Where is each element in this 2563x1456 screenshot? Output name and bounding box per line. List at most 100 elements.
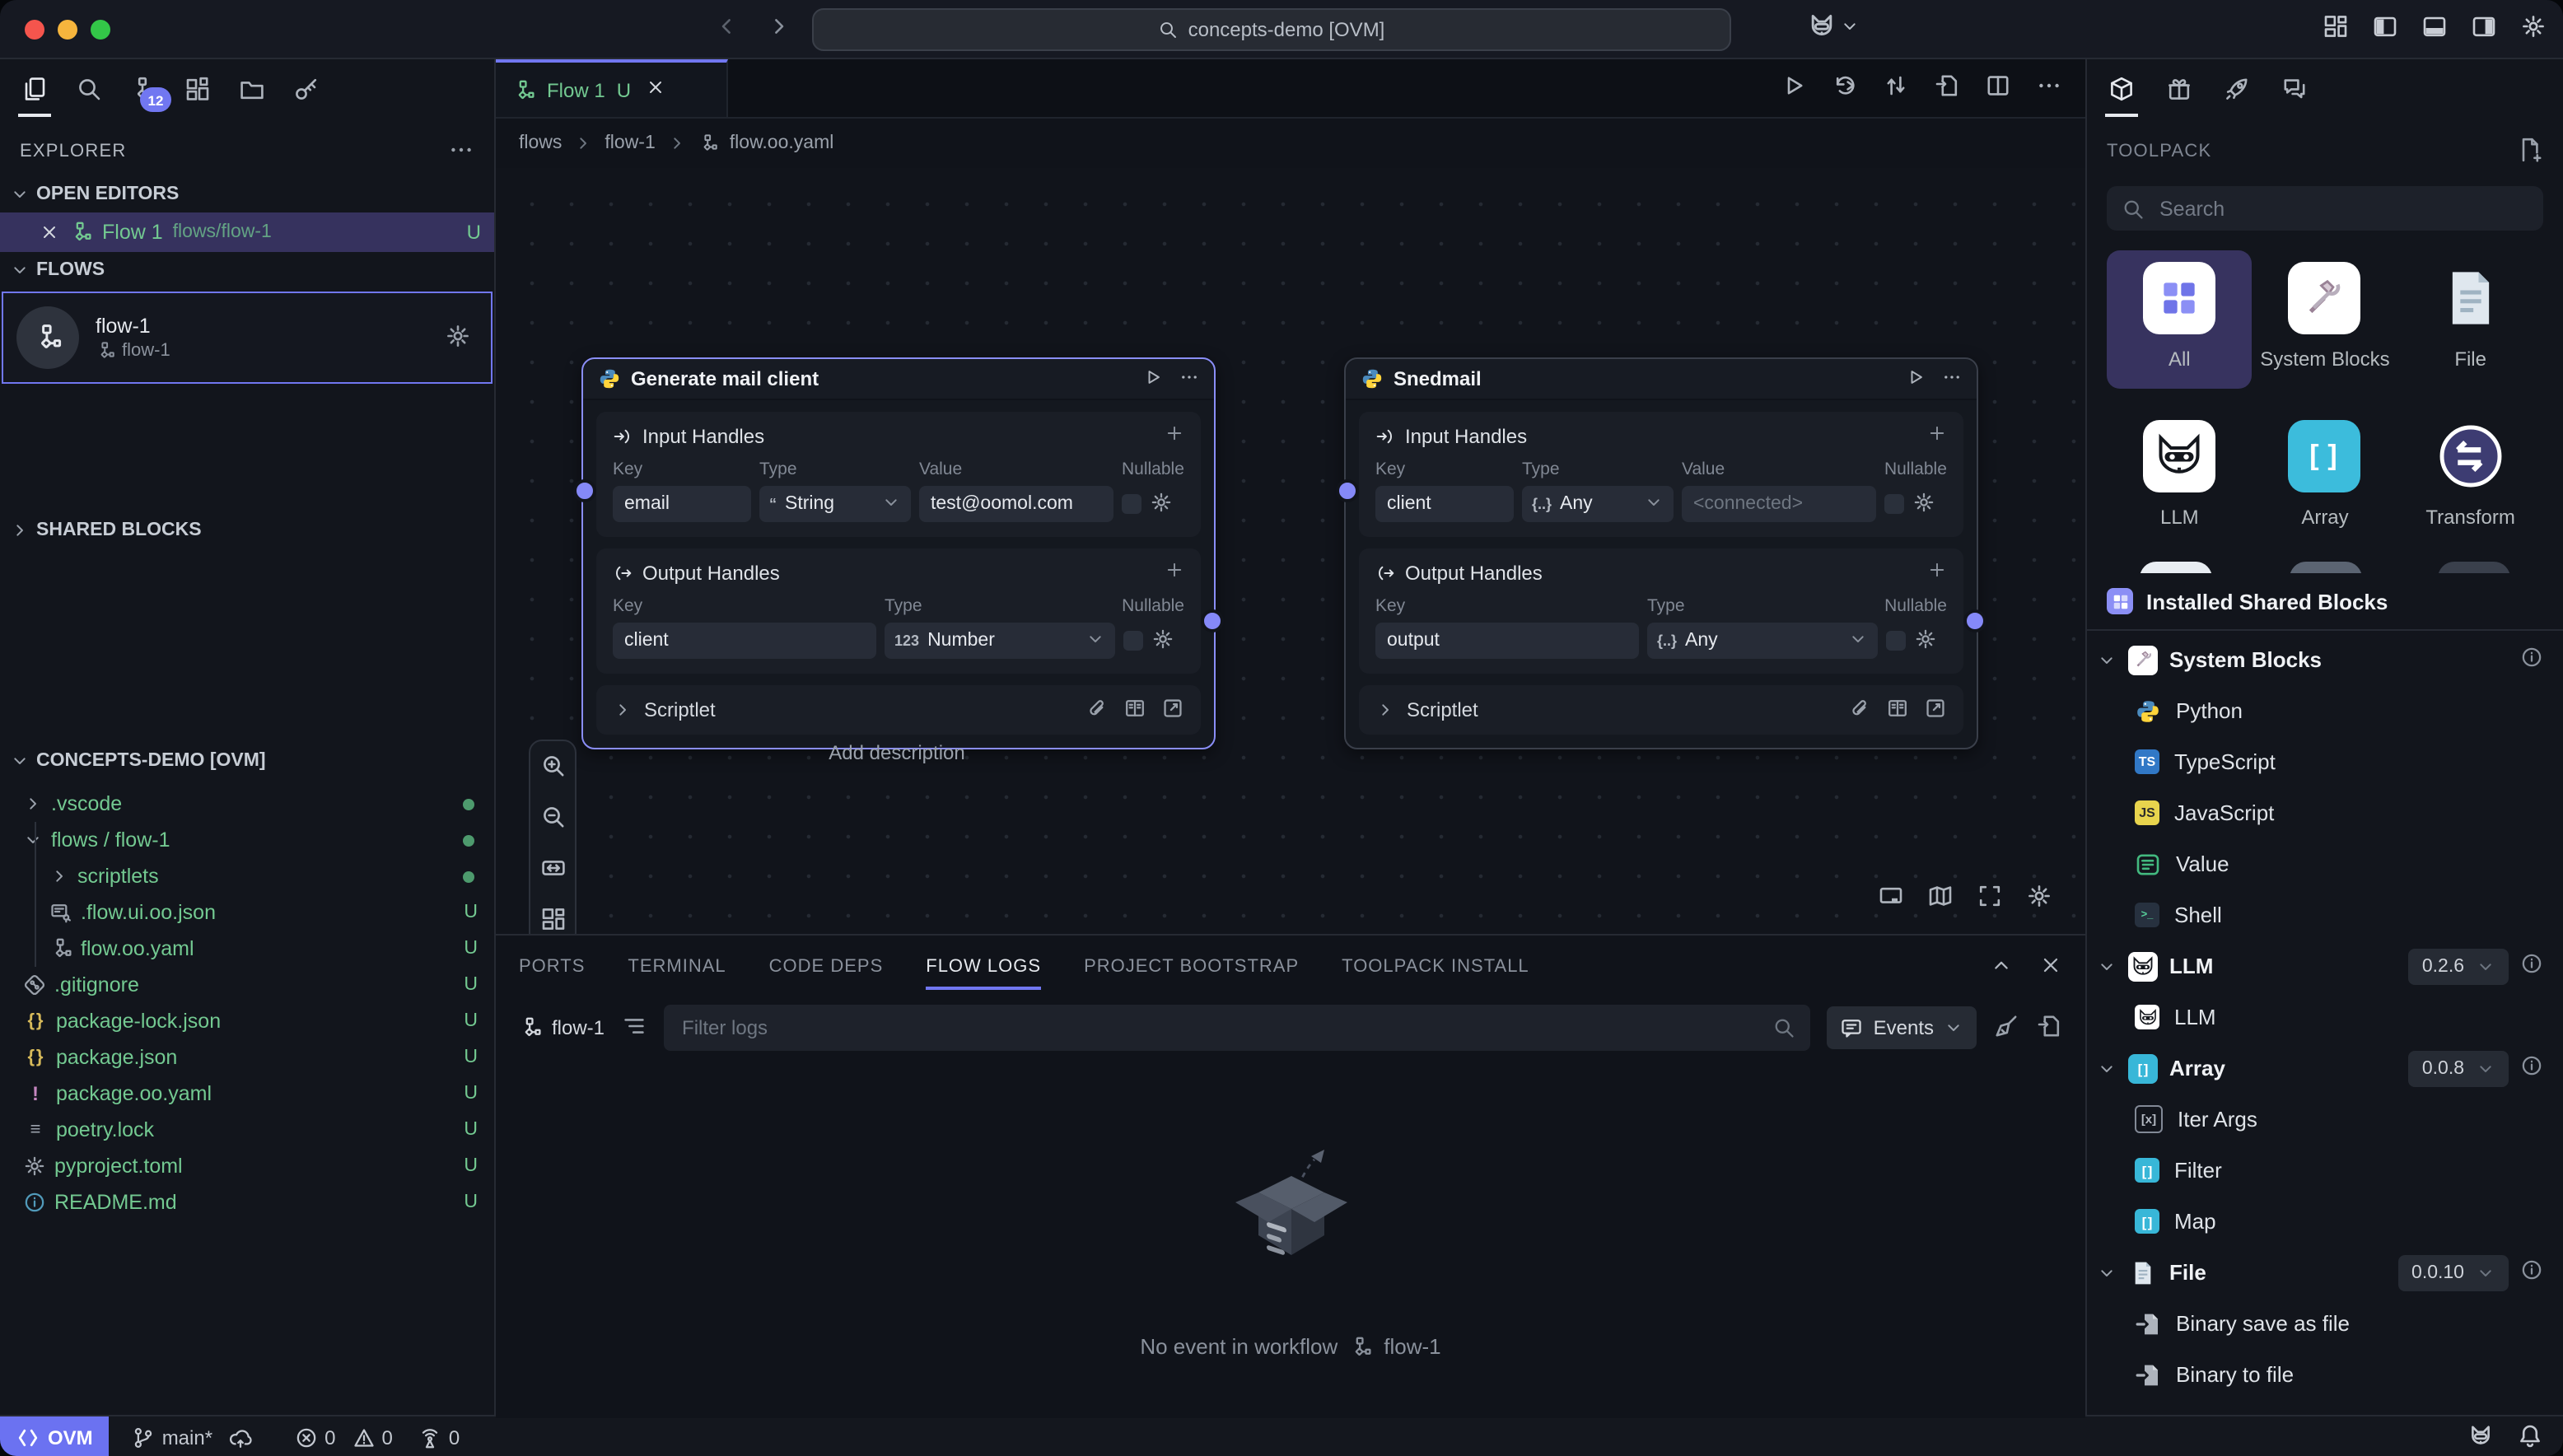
input-value-field[interactable] <box>1682 486 1876 522</box>
maximize-window-button[interactable] <box>91 19 110 39</box>
input-value-field[interactable] <box>919 486 1113 522</box>
tree-item-poetry-lock[interactable]: ≡ poetry.lockU <box>0 1112 494 1148</box>
llm-version-select[interactable]: 0.2.6 <box>2409 948 2509 984</box>
ports-status[interactable]: 0 <box>419 1426 460 1449</box>
compare-icon[interactable] <box>1883 72 1909 104</box>
tree-item-readme[interactable]: README.mdU <box>0 1184 494 1220</box>
close-icon[interactable] <box>40 222 59 242</box>
more-actions-icon[interactable] <box>2036 72 2062 104</box>
flow-card[interactable]: flow-1 flow-1 <box>2 292 493 384</box>
tree-item-flows-flow-1[interactable]: flows / flow-1 <box>0 822 494 858</box>
toggle-right-sidebar-icon[interactable] <box>2471 13 2497 44</box>
toolpack-filter-system-blocks[interactable]: System Blocks <box>2253 250 2398 388</box>
activity-flows[interactable]: 12 <box>125 59 161 117</box>
toggle-left-sidebar-icon[interactable] <box>2372 13 2398 44</box>
open-editor-item[interactable]: Flow 1 flows/flow-1 U <box>0 212 494 252</box>
breadcrumb-flow-1[interactable]: flow-1 <box>605 133 655 153</box>
activity-explorer[interactable] <box>16 59 53 117</box>
maximize-panel-icon[interactable] <box>1990 953 2013 981</box>
panel-tab-code-deps[interactable]: CODE DEPS <box>769 936 884 998</box>
file-version-select[interactable]: 0.0.10 <box>2398 1254 2509 1290</box>
remote-indicator[interactable]: OVM <box>0 1416 110 1456</box>
nullable-checkbox[interactable] <box>1123 631 1143 651</box>
split-editor-icon[interactable] <box>1985 72 2011 104</box>
run-node-icon[interactable] <box>1906 366 1926 391</box>
block-map[interactable]: [ ]Map <box>2087 1196 2563 1247</box>
add-output-handle-icon[interactable] <box>1927 560 1947 585</box>
add-description-button[interactable]: Add description <box>581 741 1212 764</box>
project-section[interactable]: CONCEPTS-DEMO [OVM] <box>0 743 494 779</box>
tree-item-package-lock[interactable]: { } package-lock.jsonU <box>0 1003 494 1039</box>
output-key-field[interactable] <box>1375 623 1639 659</box>
input-handle-dot[interactable] <box>1336 479 1359 502</box>
breadcrumb-file[interactable]: flow.oo.yaml <box>730 133 834 153</box>
toolpack-filter-array[interactable]: [ ] Array <box>2253 408 2398 545</box>
run-node-icon[interactable] <box>1143 366 1163 391</box>
handle-settings-gear-icon[interactable] <box>1151 627 1174 655</box>
nullable-checkbox[interactable] <box>1884 494 1904 514</box>
shared-blocks-section[interactable]: SHARED BLOCKS <box>0 512 494 548</box>
flow-canvas[interactable]: Generate mail client Input Handles KeyTy… <box>496 168 2085 934</box>
close-panel-icon[interactable] <box>2039 953 2062 981</box>
tree-item-vscode[interactable]: .vscode <box>0 786 494 822</box>
block-copy-file[interactable]: Copy file <box>2087 1400 2563 1415</box>
group-array[interactable]: [ ] Array 0.0.8 <box>2087 1043 2563 1094</box>
block-binary-to-file[interactable]: Binary to file <box>2087 1349 2563 1400</box>
panel-tab-terminal[interactable]: TERMINAL <box>628 936 726 998</box>
rerun-flow-icon[interactable] <box>1832 72 1858 104</box>
canvas-settings-gear-icon[interactable] <box>2026 883 2052 914</box>
docs-icon[interactable] <box>1886 696 1909 724</box>
activity-folder[interactable] <box>234 59 270 117</box>
attach-icon[interactable] <box>1848 696 1871 724</box>
tab-flow-1[interactable]: Flow 1 U <box>496 59 728 117</box>
toolpack-filter-transform[interactable]: Transform <box>2397 408 2543 545</box>
tree-item-package-oo-yaml[interactable]: ! package.oo.yamlU <box>0 1076 494 1112</box>
minimap-icon[interactable] <box>1927 883 1954 914</box>
info-icon[interactable] <box>2520 1258 2543 1286</box>
tree-item-flow-ui-json[interactable]: .flow.ui.oo.jsonU <box>0 894 494 931</box>
node-more-icon[interactable] <box>1179 366 1199 391</box>
minimize-window-button[interactable] <box>58 19 77 39</box>
customize-layout-icon[interactable] <box>2323 13 2349 44</box>
open-external-icon[interactable] <box>1161 696 1184 724</box>
block-shell[interactable]: >_Shell <box>2087 889 2563 940</box>
filter-logs-input[interactable] <box>679 1015 1760 1041</box>
block-iter-args[interactable]: [x]Iter Args <box>2087 1094 2563 1145</box>
flows-section[interactable]: FLOWS <box>0 252 494 288</box>
history-forward-icon[interactable] <box>766 13 792 44</box>
breadcrumb-flows[interactable]: flows <box>519 133 562 153</box>
export-icon[interactable] <box>1934 72 1960 104</box>
node-generate-mail-client[interactable]: Generate mail client Input Handles KeyTy… <box>581 357 1216 749</box>
nullable-checkbox[interactable] <box>1122 494 1141 514</box>
toolpack-filter-all[interactable]: All <box>2107 250 2253 388</box>
tab-close-icon[interactable] <box>646 77 665 102</box>
block-python[interactable]: Python <box>2087 685 2563 736</box>
array-version-select[interactable]: 0.0.8 <box>2409 1050 2509 1086</box>
block-llm[interactable]: LLM <box>2087 992 2563 1043</box>
tree-item-pyproject[interactable]: pyproject.tomlU <box>0 1148 494 1184</box>
tree-item-package-json[interactable]: { } package.jsonU <box>0 1039 494 1076</box>
group-file[interactable]: File 0.0.10 <box>2087 1247 2563 1298</box>
settings-gear-icon[interactable] <box>2520 13 2547 44</box>
git-branch-status[interactable]: main* <box>133 1426 252 1449</box>
output-type-select[interactable]: {..}Any <box>1647 623 1878 659</box>
block-value[interactable]: Value <box>2087 838 2563 889</box>
export-logs-icon[interactable] <box>2036 1012 2062 1043</box>
explorer-more-icon[interactable] <box>448 136 474 167</box>
close-window-button[interactable] <box>25 19 44 39</box>
activity-extensions[interactable] <box>180 59 216 117</box>
problems-status[interactable]: 0 0 <box>295 1426 393 1449</box>
activity-keys[interactable] <box>288 59 324 117</box>
info-icon[interactable] <box>2520 646 2543 674</box>
assistant-fox-icon[interactable] <box>2467 1422 2494 1454</box>
block-typescript[interactable]: TSTypeScript <box>2087 736 2563 787</box>
flow-settings-gear-icon[interactable] <box>445 322 471 353</box>
panel-tab-project-bootstrap[interactable]: PROJECT BOOTSTRAP <box>1084 936 1299 998</box>
open-external-icon[interactable] <box>1924 696 1947 724</box>
block-javascript[interactable]: JSJavaScript <box>2087 787 2563 838</box>
scriptlet-row[interactable]: Scriptlet <box>596 685 1201 735</box>
docs-icon[interactable] <box>1123 696 1146 724</box>
assistant-menu[interactable] <box>1807 12 1860 41</box>
input-type-select[interactable]: “String <box>759 486 911 522</box>
log-view-options-icon[interactable] <box>621 1012 647 1043</box>
